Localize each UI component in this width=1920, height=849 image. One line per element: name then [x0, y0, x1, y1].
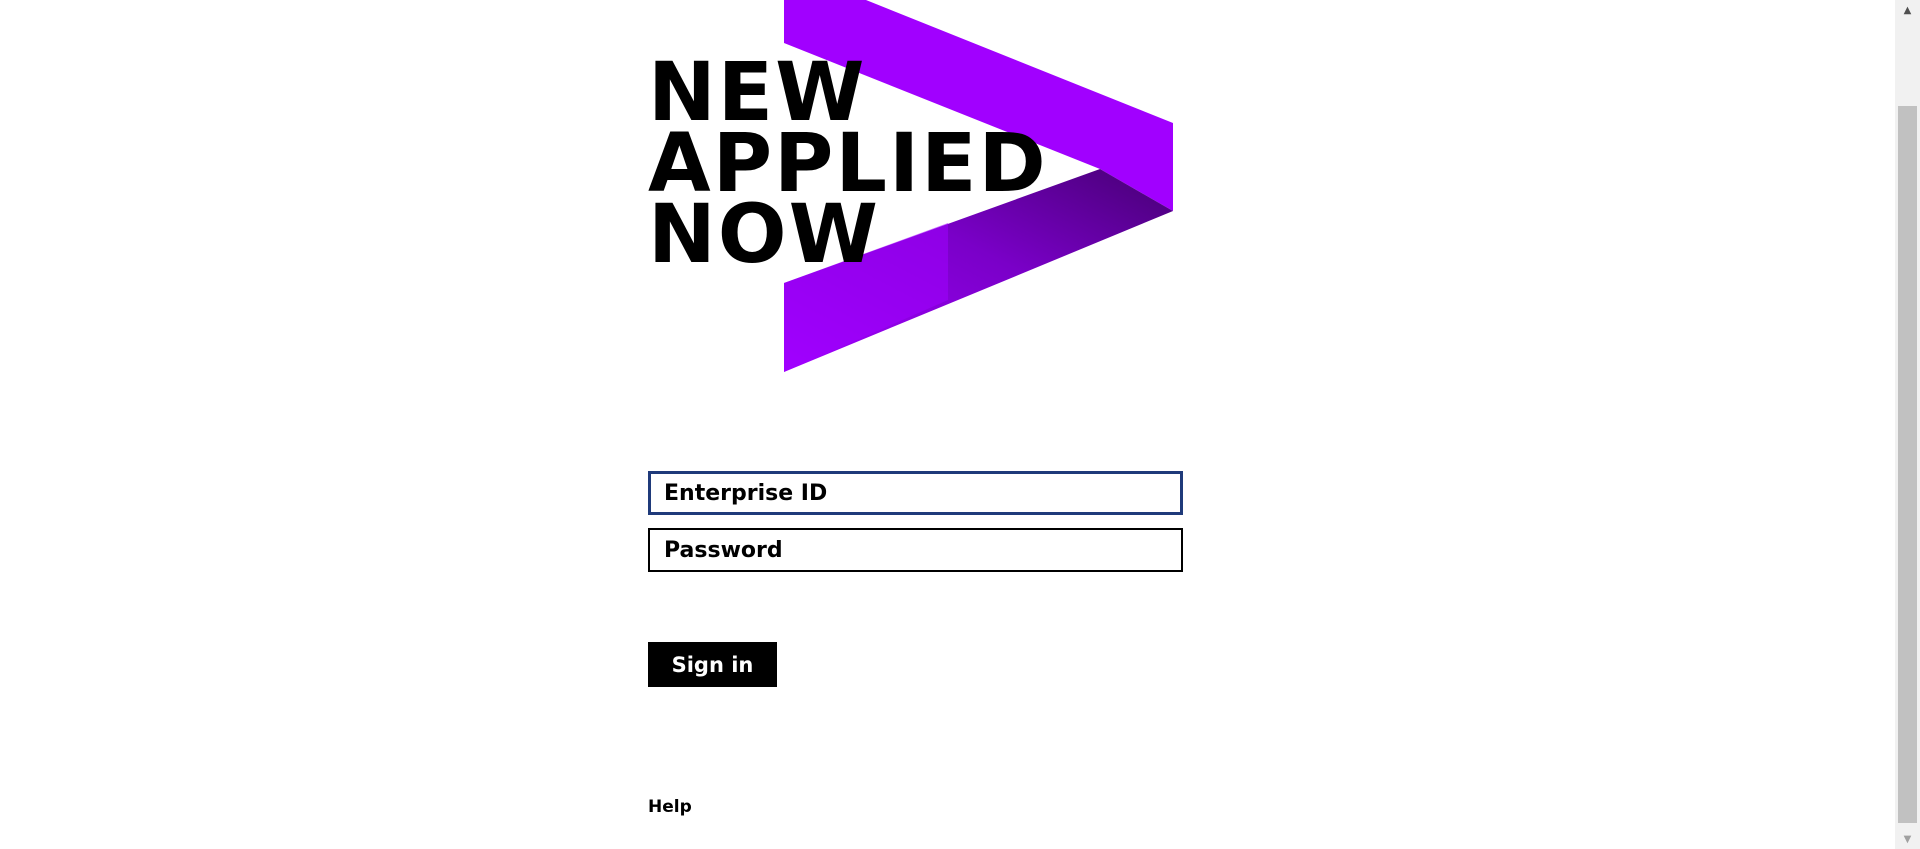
login-content: NEW APPLIED NOW Sign in Help: [648, 0, 1188, 849]
scroll-down-arrow-icon[interactable]: ▼: [1895, 829, 1920, 849]
scrollbar-thumb[interactable]: [1898, 106, 1917, 823]
scroll-up-arrow-icon[interactable]: ▲: [1895, 0, 1920, 20]
password-input[interactable]: [648, 528, 1183, 572]
hero-headline: NEW APPLIED NOW: [648, 53, 1048, 276]
login-page: NEW APPLIED NOW Sign in Help ▲ ▼: [0, 0, 1920, 849]
enterprise-id-input[interactable]: [648, 471, 1183, 515]
vertical-scrollbar[interactable]: ▲ ▼: [1895, 0, 1920, 849]
hero-banner: NEW APPLIED NOW: [648, 0, 1188, 372]
sign-in-button[interactable]: Sign in: [648, 642, 777, 687]
help-link[interactable]: Help: [648, 797, 692, 817]
